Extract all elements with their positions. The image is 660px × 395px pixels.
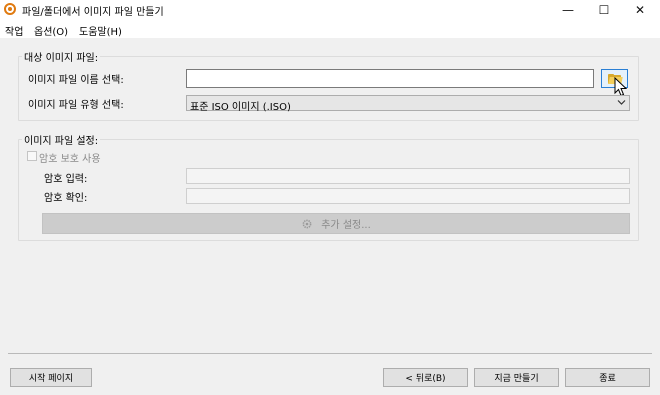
advanced-settings-button[interactable]: 추가 설정... — [42, 213, 630, 234]
menu-task[interactable]: 작업 — [5, 23, 23, 38]
image-type-select[interactable]: 표준 ISO 이미지 (.ISO) — [186, 95, 630, 113]
target-image-group — [18, 56, 639, 121]
footer-divider — [8, 353, 652, 354]
image-name-input[interactable] — [186, 69, 594, 88]
menu-help[interactable]: 도움말(H) — [79, 23, 122, 38]
menu-bar: 작업 옵션(O) 도움말(H) — [0, 20, 660, 38]
confirm-password-input[interactable] — [186, 188, 630, 204]
password-protect-checkbox[interactable] — [27, 151, 37, 161]
advanced-settings-label: 추가 설정... — [321, 220, 371, 231]
image-settings-group-title: 이미지 파일 설정: — [22, 132, 101, 147]
password-label: 암호 입력: — [44, 174, 88, 185]
maximize-button[interactable]: ☐ — [588, 0, 620, 20]
image-type-value: 표준 ISO 이미지 (.ISO) — [190, 102, 291, 113]
password-protect-label: 암호 보호 사용 — [39, 154, 101, 165]
image-name-label: 이미지 파일 이름 선택: — [28, 75, 124, 86]
title-bar: 파일/폴더에서 이미지 파일 만들기 — ☐ ✕ — [0, 0, 660, 20]
gear-icon — [302, 219, 312, 228]
chevron-down-icon — [617, 100, 626, 105]
start-page-button[interactable]: 시작 페이지 — [10, 368, 92, 387]
confirm-password-label: 암호 확인: — [44, 193, 88, 204]
close-button[interactable]: ✕ — [624, 0, 656, 20]
back-button[interactable]: < 뒤로(B) — [383, 368, 468, 387]
target-image-group-title: 대상 이미지 파일: — [22, 49, 101, 64]
image-type-label: 이미지 파일 유형 선택: — [28, 100, 124, 111]
menu-options[interactable]: 옵션(O) — [34, 23, 68, 38]
create-now-button[interactable]: 지금 만들기 — [474, 368, 559, 387]
minimize-button[interactable]: — — [552, 0, 584, 20]
password-input[interactable] — [186, 168, 630, 184]
window-title: 파일/폴더에서 이미지 파일 만들기 — [22, 7, 164, 18]
app-disc-icon — [4, 3, 16, 15]
finish-button[interactable]: 종료 — [565, 368, 650, 387]
mouse-cursor-icon — [614, 77, 628, 97]
